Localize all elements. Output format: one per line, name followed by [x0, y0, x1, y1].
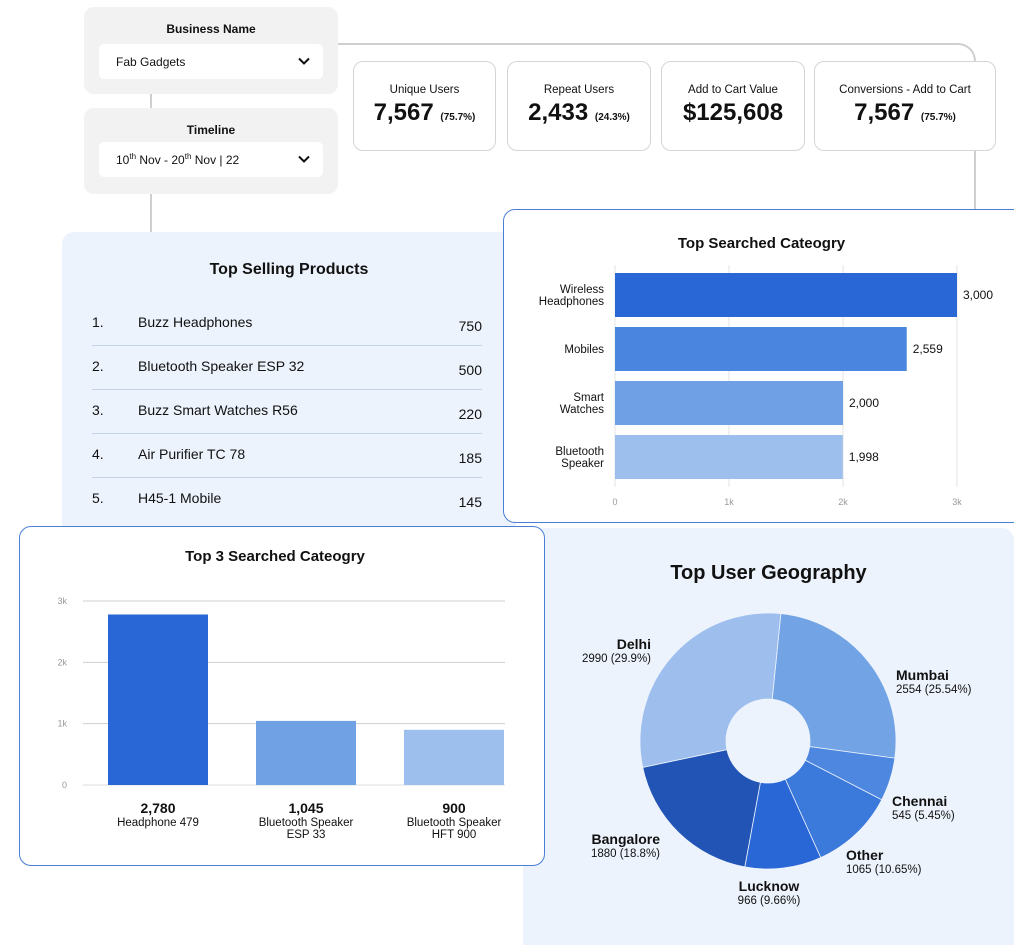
- category-label: Bluetooth: [555, 446, 604, 458]
- top3-searched-chart: 01k2k3k2,780Headphone 4791,045Bluetooth …: [57, 596, 505, 841]
- category-label: Smart: [573, 392, 604, 404]
- business-filter-card: Business Name Fab Gadgets: [84, 7, 338, 94]
- data-label: 2,780: [140, 800, 175, 816]
- list-item-count: 500: [458, 362, 482, 378]
- business-filter-title: Business Name: [166, 22, 256, 36]
- list-item[interactable]: 1. Buzz Headphones 750: [92, 302, 482, 346]
- tick-label: 3k: [57, 596, 67, 606]
- stat-card-repeat-users: Repeat Users 2,433 (24.3%): [507, 61, 651, 151]
- timeline-filter-card: Timeline 10th Nov - 20th Nov | 22: [84, 108, 338, 194]
- list-item[interactable]: 4. Air Purifier TC 78 185: [92, 434, 482, 478]
- list-item-rank: 4.: [92, 446, 104, 462]
- list-item-count: 750: [458, 318, 482, 334]
- data-label: 2,559: [913, 342, 943, 356]
- list-item[interactable]: 3. Buzz Smart Watches R56 220: [92, 390, 482, 434]
- stat-value: 7,567: [373, 99, 434, 126]
- list-item-rank: 5.: [92, 490, 104, 506]
- tick-label: 0: [612, 497, 617, 507]
- stat-label: Unique Users: [389, 84, 460, 96]
- data-label: 3,000: [963, 288, 993, 302]
- top3-searched-panel: Top 3 Searched Cateogry 0 1k 2k 3k 2,780 Head…: [19, 526, 545, 866]
- tick-label: 3k: [952, 497, 962, 507]
- stat-label: Conversions - Add to Cart: [839, 84, 971, 96]
- data-label: 1,045: [288, 800, 323, 816]
- category-label: Bluetooth Speaker: [259, 817, 354, 829]
- category-label: Speaker: [561, 458, 604, 470]
- list-item-count: 220: [458, 406, 482, 422]
- top-selling-title: Top Selling Products: [209, 261, 369, 278]
- list-item-name: Bluetooth Speaker ESP 32: [138, 358, 305, 374]
- category-label: Headphones: [539, 296, 604, 308]
- list-item-name: H45-1 Mobile: [138, 490, 222, 506]
- list-item-rank: 3.: [92, 402, 104, 418]
- business-select[interactable]: Fab Gadgets: [99, 44, 323, 79]
- list-item-name: Air Purifier TC 78: [138, 446, 246, 462]
- connector-line: [150, 94, 152, 108]
- list-item-rank: 1.: [92, 314, 104, 330]
- list-item[interactable]: 5. H45-1 Mobile 145: [92, 478, 482, 522]
- tick-label: 0: [62, 780, 67, 790]
- category-label: Watches: [560, 404, 605, 416]
- category-label: Wireless: [560, 284, 604, 296]
- tick-label: 2k: [838, 497, 848, 507]
- list-item[interactable]: 2. Bluetooth Speaker ESP 32 500: [92, 346, 482, 390]
- timeline-select-value: 10th Nov - 20th Nov | 22: [116, 152, 240, 167]
- bar: [615, 273, 957, 317]
- timeline-filter-title: Timeline: [186, 123, 236, 137]
- stat-label: Add to Cart Value: [688, 84, 778, 96]
- top-searched-panel: Top Searched Cateogry 0 1k 2k 3k 3,000 Wirele…: [503, 209, 1014, 523]
- category-label: Headphone 479: [117, 817, 199, 829]
- stat-card-add-to-cart-value: Add to Cart Value $125,608: [661, 61, 805, 151]
- data-label: 2,000: [849, 396, 879, 410]
- stat-value: 2,433: [528, 99, 589, 126]
- category-label: Mobiles: [564, 344, 604, 356]
- list-item-count: 185: [458, 450, 482, 466]
- stat-card-unique-users: Unique Users 7,567 (75.7%): [353, 61, 496, 151]
- bar: [615, 381, 843, 425]
- list-item-rank: 2.: [92, 358, 104, 374]
- bar: [256, 720, 356, 785]
- bar: [108, 614, 208, 785]
- chevron-down-icon: [298, 155, 310, 163]
- category-label: ESP 33: [287, 829, 326, 841]
- list-item-name: Buzz Smart Watches R56: [138, 402, 298, 418]
- stat-value: 7,567: [854, 99, 915, 126]
- stat-card-conversions: Conversions - Add to Cart 7,567 (75.7%): [814, 61, 996, 151]
- chevron-down-icon: [298, 57, 310, 65]
- data-label: 900: [442, 800, 466, 816]
- bar: [404, 729, 504, 785]
- connector-line: [150, 194, 152, 234]
- stat-percent: (75.7%): [440, 112, 476, 123]
- category-label: HFT 900: [432, 829, 477, 841]
- list-item-name: Buzz Headphones: [138, 314, 253, 330]
- connector-line: [338, 43, 976, 61]
- stat-label: Repeat Users: [543, 84, 615, 96]
- stat-value: $125,608: [682, 99, 784, 126]
- bar: [615, 435, 843, 479]
- connector-line: [974, 151, 976, 211]
- top-searched-chart: 0 1k 2k 3k 3,000 WirelessHeadphones 2,559 Mobil…: [539, 265, 993, 507]
- data-label: 1,998: [849, 450, 879, 464]
- stat-percent: (24.3%): [594, 112, 630, 123]
- list-item-count: 145: [458, 494, 482, 510]
- business-select-value: Fab Gadgets: [116, 54, 186, 69]
- geography-panel: Top User Geography: [523, 528, 1014, 945]
- category-label: Bluetooth Speaker: [407, 817, 502, 829]
- geography-title: Top User Geography: [670, 562, 867, 584]
- top-searched-title: Top Searched Cateogry: [677, 235, 846, 252]
- stat-percent: (75.7%): [920, 112, 956, 123]
- timeline-select[interactable]: 10th Nov - 20th Nov | 22: [99, 142, 323, 177]
- tick-label: 2k: [57, 657, 67, 667]
- bar: [615, 327, 907, 371]
- top-selling-panel: Top Selling Products 1. Buzz Headphones …: [62, 232, 516, 528]
- tick-label: 1k: [57, 719, 67, 729]
- tick-label: 1k: [724, 497, 734, 507]
